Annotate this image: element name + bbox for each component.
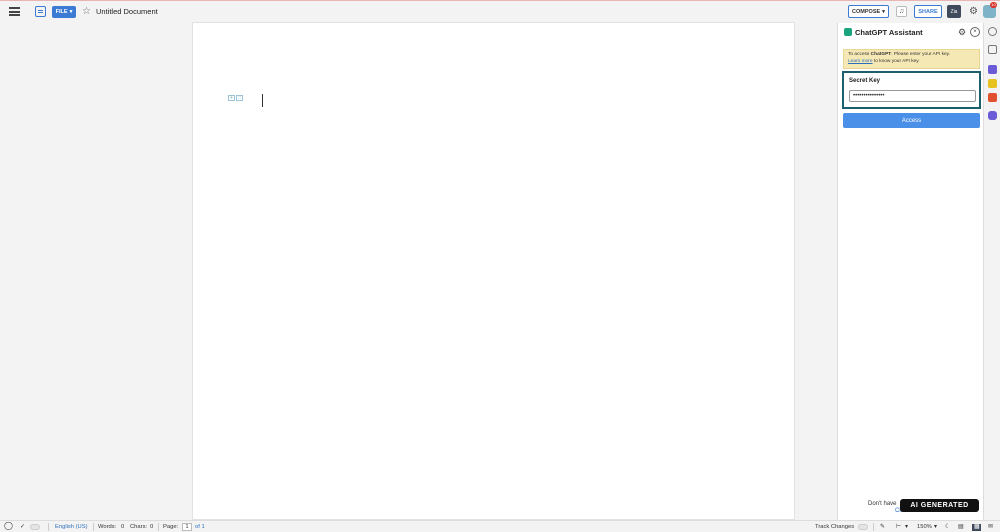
track-changes-label: Track Changes bbox=[815, 524, 855, 530]
notice-mid: . Please enter your API key. bbox=[891, 52, 951, 57]
file-label: FILE bbox=[55, 9, 68, 15]
spellcheck-icon[interactable]: ✓ bbox=[20, 524, 25, 531]
language-selector[interactable]: English (US) bbox=[55, 524, 88, 531]
compose-button[interactable]: COMPOSE ▾ bbox=[848, 5, 889, 18]
puzzle-icon[interactable] bbox=[988, 111, 997, 120]
feedback-icon[interactable]: ✉ bbox=[988, 524, 993, 531]
drag-handle-icon[interactable]: :: bbox=[236, 95, 243, 101]
paragraph-controls: + :: bbox=[228, 95, 243, 101]
page-number-input[interactable]: 1 bbox=[182, 523, 192, 531]
secret-key-label: Secret Key bbox=[849, 78, 881, 84]
chevron-down-icon[interactable]: ▾ bbox=[905, 524, 908, 531]
divider bbox=[158, 523, 159, 531]
page-total: of 1 bbox=[195, 524, 205, 530]
chevron-down-icon: ▾ bbox=[882, 8, 885, 15]
divider bbox=[48, 523, 49, 531]
secret-key-section: Secret Key bbox=[842, 71, 981, 109]
comments-icon[interactable] bbox=[988, 45, 997, 54]
panel-settings-icon[interactable]: ⚙ bbox=[957, 27, 967, 37]
text-cursor bbox=[262, 94, 263, 107]
document-title[interactable]: Untitled Document bbox=[96, 7, 158, 16]
footer-text: Don't have bbox=[868, 501, 897, 507]
pen-icon[interactable]: ✎ bbox=[880, 524, 885, 531]
chars-label: Chars: bbox=[130, 524, 148, 530]
dark-mode-icon[interactable]: ☾ bbox=[945, 524, 950, 531]
chat-icon[interactable]: ◯ bbox=[4, 522, 13, 530]
words-count: 0 bbox=[121, 524, 125, 530]
learn-more-link[interactable]: Learn more bbox=[848, 59, 873, 64]
chevron-down-icon: ▾ bbox=[69, 9, 73, 15]
app-red-icon[interactable] bbox=[988, 93, 997, 102]
bell-icon[interactable]: ♫ bbox=[896, 6, 907, 17]
download-icon[interactable] bbox=[988, 79, 997, 88]
info-icon[interactable] bbox=[988, 27, 997, 36]
secret-key-input[interactable] bbox=[849, 90, 976, 102]
notification-badge: 10 bbox=[990, 2, 997, 8]
right-sidebar-rail bbox=[985, 23, 1000, 520]
notice-prefix: To access bbox=[848, 52, 871, 57]
api-key-notice: To access ChatGPT. Please enter your API… bbox=[843, 49, 980, 69]
top-toolbar: FILE ▾ ☆ Untitled Document COMPOSE ▾ ♫ S… bbox=[0, 0, 1000, 22]
track-changes-toggle[interactable] bbox=[858, 524, 868, 530]
menu-icon[interactable] bbox=[9, 7, 20, 16]
divider bbox=[873, 523, 874, 531]
add-block-icon[interactable]: + bbox=[228, 95, 235, 101]
zia-button[interactable]: Zia bbox=[947, 5, 961, 18]
chevron-down-icon[interactable]: ▾ bbox=[934, 524, 937, 531]
zoom-level[interactable]: 150% bbox=[917, 524, 932, 531]
divider bbox=[93, 523, 94, 531]
share-button[interactable]: SHARE bbox=[914, 5, 942, 18]
notice-suffix: to know your API key. bbox=[872, 58, 920, 64]
page-label: Page: bbox=[163, 524, 179, 530]
spellcheck-toggle[interactable] bbox=[30, 524, 40, 530]
page-width-icon[interactable]: ⊢ bbox=[896, 524, 901, 531]
print-layout-icon[interactable]: ▤ bbox=[958, 524, 963, 531]
settings-gear-icon[interactable]: ⚙ bbox=[967, 5, 980, 18]
notice-brand: ChatGPT bbox=[870, 52, 892, 57]
status-bar: ◯ ✓ English (US) Words: 0 Chars: 0 Page:… bbox=[0, 520, 1000, 532]
document-icon[interactable] bbox=[35, 6, 46, 17]
chatgpt-logo-icon bbox=[844, 28, 852, 36]
panel-title: ChatGPT Assistant bbox=[855, 28, 923, 37]
app-purple-icon[interactable] bbox=[988, 65, 997, 74]
star-icon[interactable]: ☆ bbox=[82, 6, 91, 17]
ai-generated-watermark: AI GENERATED bbox=[900, 499, 979, 512]
access-button[interactable]: Access bbox=[843, 113, 980, 128]
file-menu-button[interactable]: FILE ▾ bbox=[52, 6, 76, 18]
chatgpt-assistant-panel: ChatGPT Assistant ⚙ × To access ChatGPT.… bbox=[837, 23, 984, 520]
panel-close-icon[interactable]: × bbox=[970, 27, 980, 37]
web-layout-icon[interactable]: ▦ bbox=[972, 524, 982, 531]
compose-label: COMPOSE bbox=[852, 8, 881, 15]
words-label: Words: bbox=[98, 524, 117, 530]
chars-count: 0 bbox=[150, 524, 154, 530]
document-page[interactable] bbox=[192, 22, 795, 520]
